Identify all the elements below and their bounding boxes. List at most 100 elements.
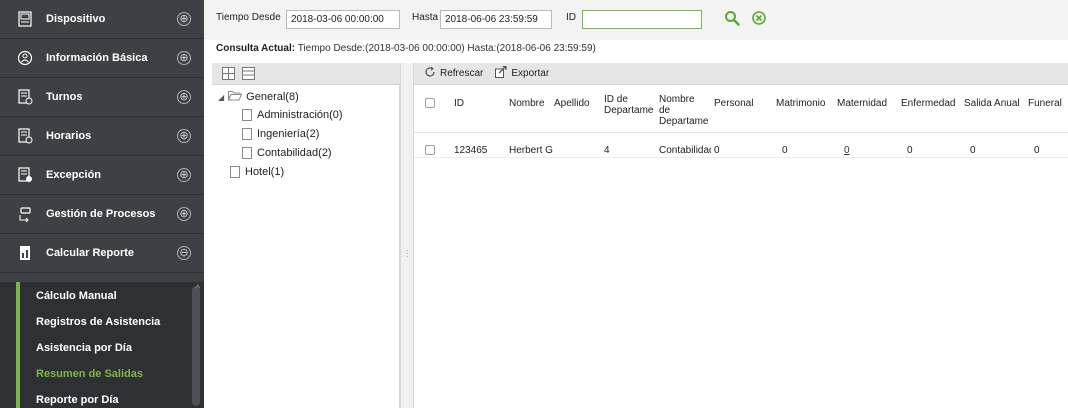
grid-toolbar: Refrescar Exportar — [414, 63, 1068, 85]
collapse-all-icon[interactable] — [242, 67, 255, 83]
filter-bar: Tiempo Desde Hasta ID — [204, 0, 1068, 40]
report-icon — [16, 244, 34, 262]
cell-nombre: Herbert G — [509, 145, 553, 156]
to-label: Hasta — [412, 12, 439, 23]
tree-label: Ingeniería(2) — [257, 128, 320, 140]
row-divider — [414, 157, 1068, 158]
column-header[interactable]: Apellido — [554, 98, 590, 109]
splitter-grip-icon[interactable]: · · · — [406, 247, 409, 261]
column-header[interactable]: ID — [454, 98, 464, 109]
tree-node-administracion[interactable]: Administración(0) — [242, 109, 343, 121]
refresh-icon — [424, 66, 436, 81]
expand-icon[interactable]: ⊕ — [177, 168, 191, 182]
current-query: Consulta Actual: Tiempo Desde:(2018-03-0… — [216, 43, 596, 54]
submenu-item-resumen-salidas[interactable]: Resumen de Salidas — [0, 362, 204, 386]
tree-label: General(8) — [246, 91, 299, 103]
menu-turnos[interactable]: Turnos ⊕ — [0, 78, 204, 117]
document-icon — [230, 166, 240, 178]
menu-label: Dispositivo — [46, 13, 106, 25]
menu-excepcion[interactable]: Excepción ⊕ — [0, 156, 204, 195]
panel-splitter[interactable]: · · · — [400, 63, 414, 408]
menu-gestion-procesos[interactable]: Gestión de Procesos ⊕ — [0, 195, 204, 234]
schedules-icon — [16, 127, 34, 145]
tree-node-contabilidad[interactable]: Contabilidad(2) — [242, 147, 332, 159]
cell-salida-anual: 0 — [970, 145, 976, 156]
search-icon[interactable] — [724, 10, 740, 29]
expand-icon[interactable]: ⊕ — [177, 207, 191, 221]
expand-all-icon[interactable] — [222, 67, 235, 83]
expand-icon[interactable]: ⊕ — [177, 12, 191, 26]
tree-node-ingenieria[interactable]: Ingeniería(2) — [242, 128, 319, 140]
menu-label: Horarios — [46, 130, 92, 142]
column-header[interactable]: Salida Anual — [964, 98, 1020, 109]
from-date-input[interactable] — [286, 10, 400, 29]
column-header[interactable]: Enfermedad — [901, 98, 955, 109]
tree-label: Contabilidad(2) — [257, 147, 332, 159]
menu-label: Información Básica — [46, 52, 148, 64]
export-label: Exportar — [511, 68, 550, 79]
menu-label: Calcular Reporte — [46, 247, 135, 259]
expand-icon[interactable]: ⊕ — [177, 129, 191, 143]
menu-calcular-reporte[interactable]: Calcular Reporte ⊖ — [0, 234, 204, 273]
menu-dispositivo[interactable]: Dispositivo ⊕ — [0, 0, 204, 39]
header-divider — [414, 132, 1068, 133]
cell-enfermedad: 0 — [907, 145, 913, 156]
select-all-checkbox[interactable] — [425, 98, 435, 108]
column-header[interactable]: Nombre de Departame — [659, 94, 708, 127]
tree-label: Administración(0) — [257, 109, 343, 121]
to-date-input[interactable] — [440, 10, 552, 29]
cell-maternidad-link[interactable]: 0 — [844, 145, 850, 156]
menu-label: Excepción — [46, 169, 102, 181]
cell-dept-name: Contabilidad — [659, 145, 711, 156]
report-submenu: Cálculo Manual Registros de Asistencia A… — [0, 282, 204, 408]
submenu-item-calculo-manual[interactable]: Cálculo Manual — [0, 284, 204, 308]
refresh-button[interactable]: Refrescar — [424, 66, 483, 81]
document-icon — [242, 128, 252, 140]
column-header[interactable]: Personal — [714, 98, 753, 109]
department-tree: ◢ General(8) Administración(0) Ingenierí… — [212, 85, 400, 408]
id-label: ID — [566, 12, 576, 23]
export-icon — [495, 65, 507, 81]
tree-node-hotel[interactable]: Hotel(1) — [230, 166, 284, 178]
process-icon — [16, 205, 34, 223]
expand-icon[interactable]: ⊕ — [177, 51, 191, 65]
exception-icon — [16, 166, 34, 184]
submenu-item-asistencia-dia[interactable]: Asistencia por Día — [0, 336, 204, 360]
current-query-label: Consulta Actual: — [216, 43, 296, 54]
collapse-icon[interactable]: ⊖ — [177, 246, 191, 260]
refresh-label: Refrescar — [440, 68, 484, 79]
current-query-text: Tiempo Desde:(2018-03-06 00:00:00) Hasta… — [297, 43, 596, 54]
document-icon — [242, 109, 252, 121]
basic-info-icon — [16, 49, 34, 67]
tree-node-general[interactable]: ◢ General(8) — [218, 90, 299, 104]
tree-label: Hotel(1) — [245, 166, 285, 178]
data-grid: ID Nombre Apellido ID de Departame Nombr… — [414, 85, 1068, 408]
tree-toggle-icon[interactable]: ◢ — [218, 93, 224, 102]
menu-informacion-basica[interactable]: Información Básica ⊕ — [0, 39, 204, 78]
cell-funeral: 0 — [1034, 145, 1040, 156]
tree-toolbar — [212, 63, 400, 85]
column-header[interactable]: ID de Departame — [604, 94, 653, 116]
menu-label: Turnos — [46, 91, 83, 103]
scroll-up-icon[interactable]: ^ — [196, 283, 200, 293]
cell-id: 123465 — [454, 145, 488, 156]
expand-icon[interactable]: ⊕ — [177, 90, 191, 104]
menu-horarios[interactable]: Horarios ⊕ — [0, 117, 204, 156]
submenu-item-reporte-dia[interactable]: Reporte por Día — [0, 388, 204, 408]
menu-label: Gestión de Procesos — [46, 208, 156, 220]
row-checkbox[interactable] — [425, 145, 435, 155]
export-button[interactable]: Exportar — [495, 65, 550, 81]
cell-dept-id: 4 — [604, 145, 610, 156]
column-header[interactable]: Nombre — [509, 98, 545, 109]
column-header[interactable]: Funeral — [1028, 98, 1062, 109]
cell-matrimonio: 0 — [782, 145, 788, 156]
clear-icon[interactable] — [751, 10, 767, 29]
id-input[interactable] — [582, 10, 702, 29]
folder-open-icon — [227, 90, 243, 104]
column-header[interactable]: Matrimonio — [776, 98, 825, 109]
column-header[interactable]: Maternidad — [837, 98, 887, 109]
cell-personal: 0 — [714, 145, 720, 156]
submenu-item-registros-asistencia[interactable]: Registros de Asistencia — [0, 310, 204, 334]
from-label: Tiempo Desde — [216, 12, 281, 23]
submenu-scrollbar[interactable]: ^ — [192, 283, 200, 406]
